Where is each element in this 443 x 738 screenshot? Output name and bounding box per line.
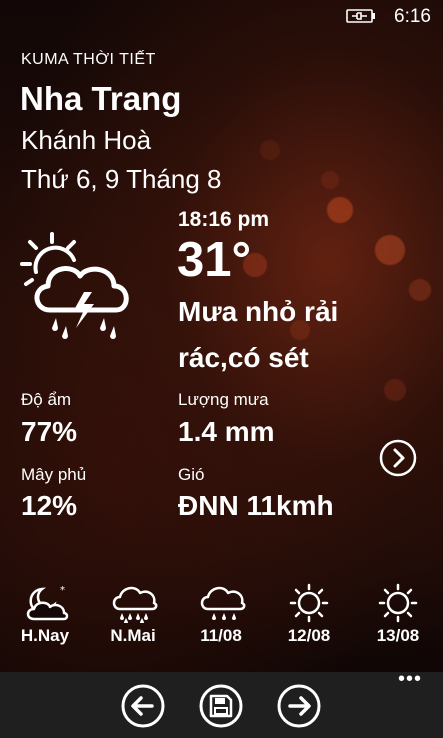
wind-label: Gió bbox=[178, 465, 205, 484]
forecast-item-tomorrow[interactable]: N.Mai bbox=[93, 583, 173, 646]
more-options-button[interactable]: ••• bbox=[395, 669, 425, 690]
province-name: Khánh Hoà bbox=[21, 125, 152, 155]
save-button[interactable] bbox=[198, 683, 244, 729]
sun-cloud-thunder-rain-icon bbox=[20, 232, 129, 339]
next-arrow-button[interactable] bbox=[379, 439, 417, 477]
app-bar: ••• bbox=[0, 669, 443, 738]
forecast-label: 12/08 bbox=[287, 626, 331, 645]
humidity-value: 77% bbox=[21, 416, 78, 447]
back-arrow-button[interactable] bbox=[120, 683, 166, 729]
forecast-item-13-08[interactable]: 13/08 bbox=[358, 583, 438, 646]
wind-value: ĐNN 11kmh bbox=[178, 490, 334, 521]
city-name: Nha Trang bbox=[20, 80, 182, 117]
forecast-label: N.Mai bbox=[110, 626, 156, 645]
cloud-cover-value: 12% bbox=[21, 490, 78, 521]
current-date: Thứ 6, 9 Tháng 8 bbox=[21, 164, 222, 194]
forecast-item-today[interactable]: * H.Nay bbox=[5, 583, 85, 646]
cloud-drizzle-icon bbox=[200, 586, 246, 620]
forecast-label: 11/08 bbox=[200, 626, 242, 645]
forecast-item-12-08[interactable]: 12/08 bbox=[269, 583, 349, 646]
cloud-cover-label: Mây phủ bbox=[21, 465, 87, 484]
battery-charging-icon bbox=[346, 9, 375, 23]
sun-icon bbox=[378, 583, 418, 623]
app-title: KUMA THỜI TIẾT bbox=[21, 51, 156, 68]
current-temperature: 31° bbox=[177, 233, 252, 287]
cloud-rain-icon bbox=[112, 586, 158, 623]
forward-arrow-button[interactable] bbox=[276, 683, 322, 729]
weather-condition: Mưa nhỏ rải rác,có sét bbox=[178, 296, 339, 373]
humidity-label: Độ ẩm bbox=[21, 390, 72, 409]
svg-text:*: * bbox=[60, 585, 65, 596]
rainfall-label: Lượng mưa bbox=[178, 390, 269, 409]
rainfall-value: 1.4 mm bbox=[178, 416, 275, 447]
moon-cloud-icon: * bbox=[26, 585, 69, 621]
forecast-item-11-08[interactable]: 11/08 bbox=[181, 583, 261, 646]
observation-time: 18:16 pm bbox=[178, 208, 270, 231]
status-bar: 6:16 bbox=[0, 0, 443, 32]
forecast-label: 13/08 bbox=[376, 626, 420, 645]
status-time: 6:16 bbox=[394, 6, 431, 27]
sun-icon bbox=[289, 583, 329, 623]
forecast-label: H.Nay bbox=[20, 626, 70, 645]
